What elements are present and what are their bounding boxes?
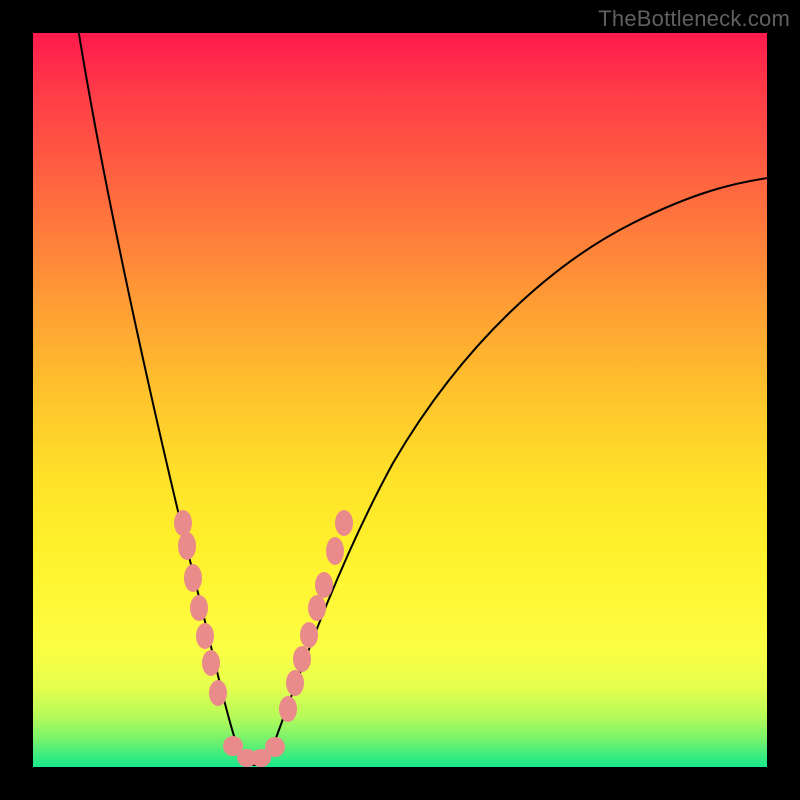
bead-cluster-right (279, 510, 353, 722)
bead-cluster-apex (223, 736, 285, 767)
curve-left-branch (78, 33, 241, 757)
plot-area (33, 33, 767, 767)
curve-layer (33, 33, 767, 767)
curve-right-branch (269, 178, 767, 757)
watermark-text: TheBottleneck.com (598, 6, 790, 32)
chart-frame: TheBottleneck.com (0, 0, 800, 800)
